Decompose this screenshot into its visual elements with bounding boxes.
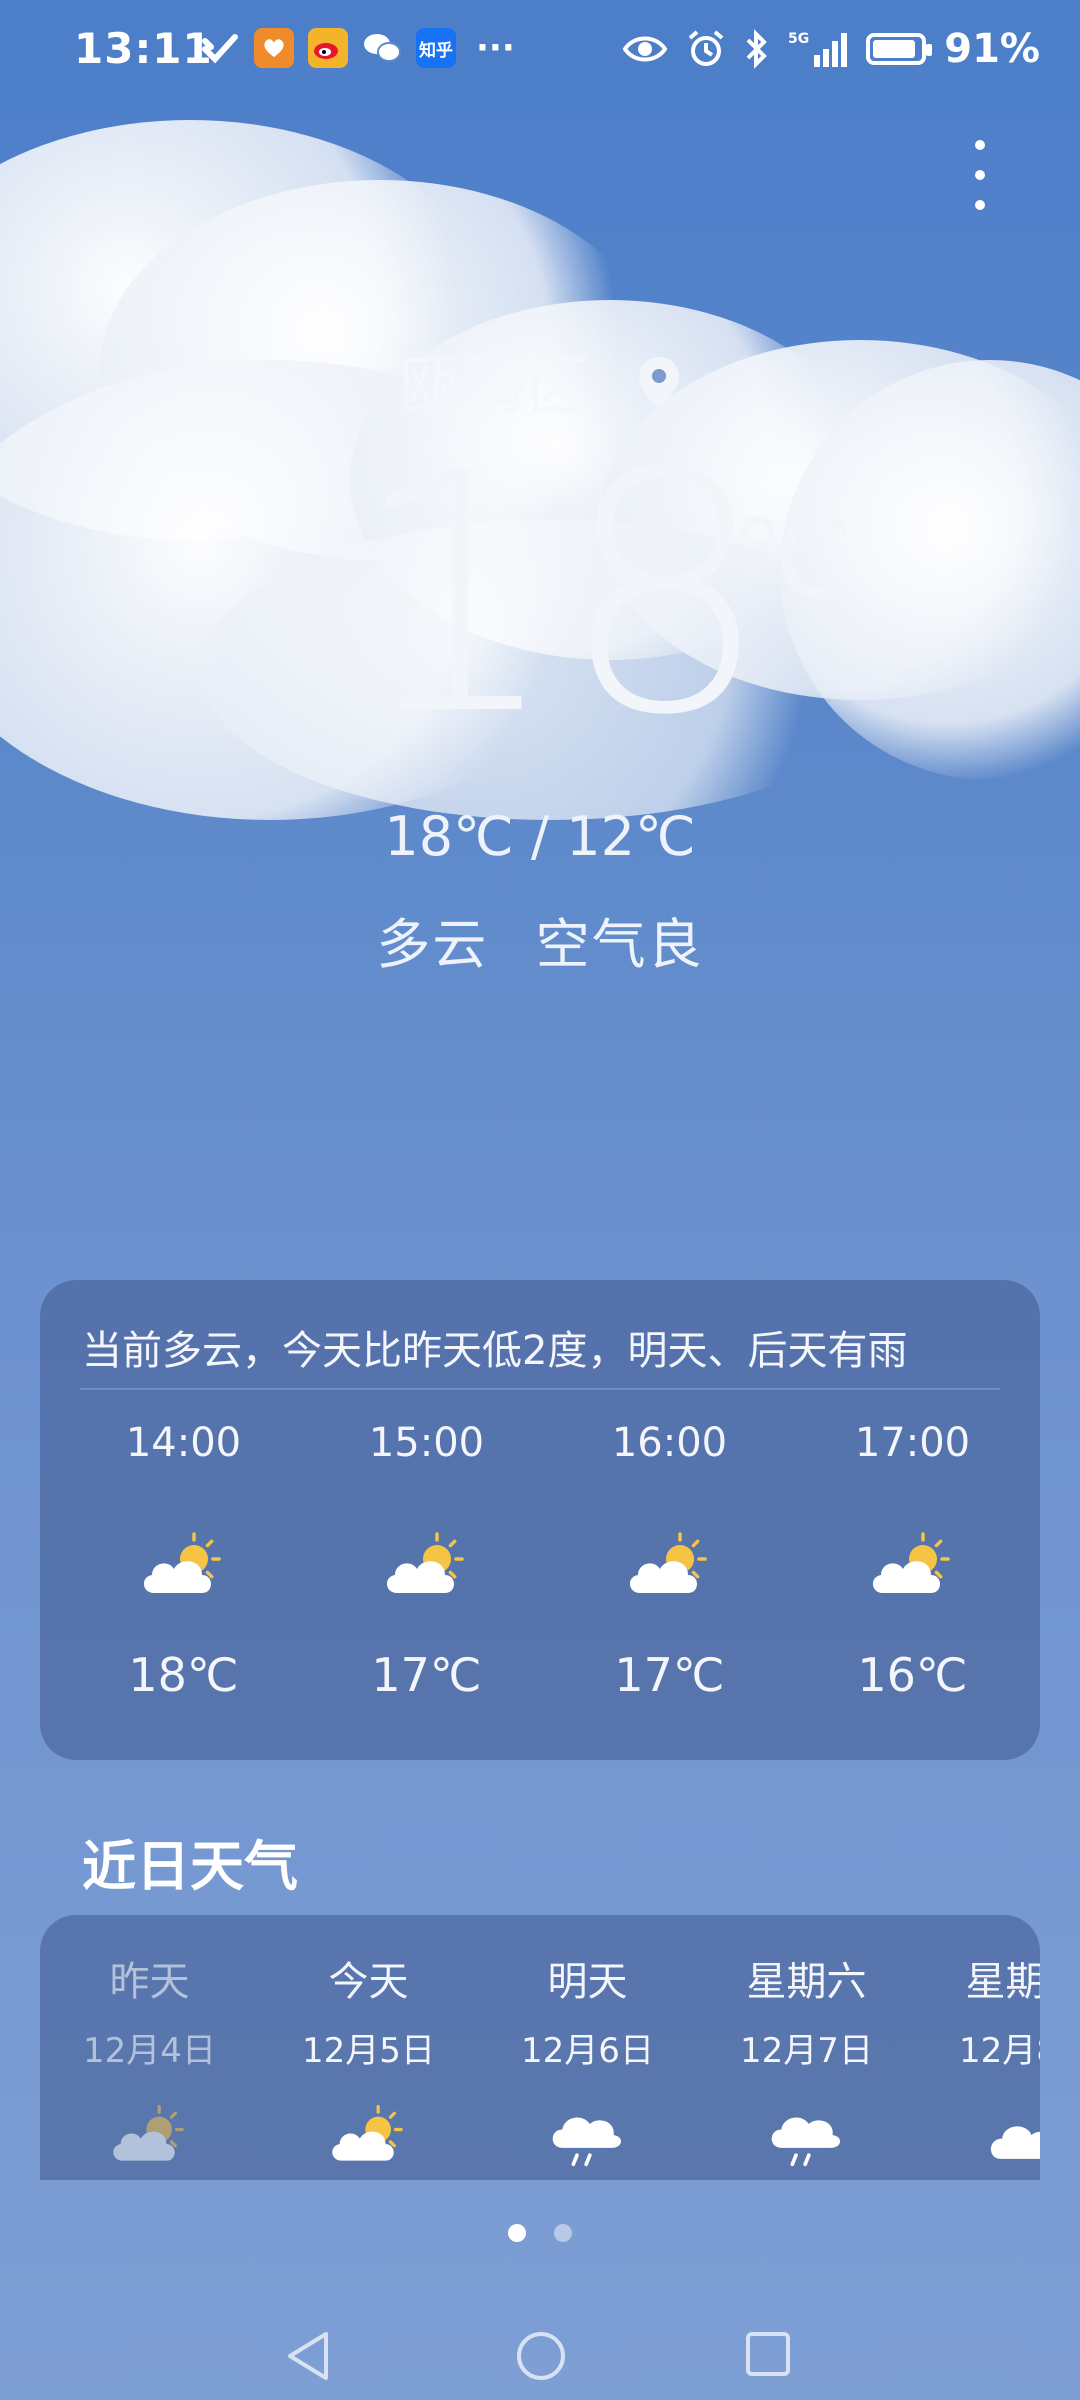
signal-app-icon	[200, 28, 240, 68]
partly-cloudy-icon	[40, 2090, 259, 2180]
temperature-unit: ℃	[730, 495, 854, 623]
cloudy-icon	[916, 2090, 1040, 2180]
condition-text: 多云	[376, 913, 489, 976]
weather-summary: 当前多云，今天比昨天低2度，明天、后天有雨	[82, 1328, 908, 1374]
daily-item[interactable]: 明天 12月6日	[478, 1949, 697, 2180]
day-date: 12月8日	[959, 2031, 1040, 2071]
air-quality-text[interactable]: 空气良	[536, 913, 704, 976]
alarm-icon	[688, 30, 724, 66]
rain-icon	[697, 2090, 916, 2180]
hour-temperature: 17℃	[371, 1648, 482, 1702]
partly-cloudy-icon	[791, 1500, 1034, 1630]
partly-cloudy-icon	[62, 1500, 305, 1630]
day-name: 今天	[328, 1959, 409, 2005]
weather-condition: 多云 空气良	[0, 900, 1080, 979]
day-name: 明天	[547, 1959, 628, 2005]
home-button[interactable]	[515, 2330, 567, 2386]
recent-weather-title: 近日天气	[82, 1835, 298, 1898]
battery-icon	[866, 33, 933, 65]
divider	[80, 1388, 1000, 1390]
hourly-list: 14:00 18℃ 15:00 17℃ 16:00 17℃ 17:00 16℃	[40, 1420, 1040, 1702]
rain-icon	[478, 2090, 697, 2180]
daily-item[interactable]: 今天 12月5日	[259, 1949, 478, 2180]
battery-percent: 91%	[944, 26, 1040, 72]
zhihu-label: 知乎	[419, 40, 453, 61]
hour-time: 17:00	[854, 1420, 971, 1466]
back-button[interactable]	[284, 2330, 334, 2386]
back-icon	[288, 2332, 328, 2380]
svg-text:5G: 5G	[788, 31, 809, 47]
page-indicator[interactable]	[0, 2224, 1080, 2242]
hourly-forecast-card[interactable]: 当前多云，今天比昨天低2度，明天、后天有雨 14:00 18℃ 15:00 17…	[40, 1280, 1040, 1760]
status-bar: 13:11 知乎 ··· 5G 91%	[0, 0, 1080, 100]
hour-temperature: 17℃	[614, 1648, 725, 1702]
partly-cloudy-icon	[259, 2090, 478, 2180]
day-date: 12月5日	[302, 2031, 435, 2071]
partly-cloudy-icon	[305, 1500, 548, 1630]
hour-time: 14:00	[125, 1420, 242, 1466]
hourly-item: 15:00 17℃	[305, 1420, 548, 1702]
taobao-icon	[254, 28, 294, 68]
bluetooth-icon	[746, 29, 768, 69]
temperature-range: 18℃ / 12℃	[384, 805, 696, 868]
page-dot[interactable]	[554, 2224, 572, 2242]
daily-forecast-card[interactable]: 昨天 12月4日 今天 12月5日 明天 12月6日 星期六 12月7日 星期日…	[40, 1915, 1040, 2180]
daily-item[interactable]: 星期六 12月7日	[697, 1949, 916, 2180]
navigation-bar	[0, 2300, 1080, 2400]
notification-icons: 知乎 ···	[200, 28, 515, 68]
day-date: 12月7日	[740, 2031, 873, 2071]
status-time: 13:11	[74, 24, 213, 73]
wechat-icon	[362, 28, 402, 68]
page-dot[interactable]	[508, 2224, 526, 2242]
day-date: 12月6日	[521, 2031, 654, 2071]
eye-icon	[622, 36, 668, 62]
hour-time: 16:00	[611, 1420, 728, 1466]
zhihu-icon: 知乎	[416, 28, 456, 68]
more-notifications: ···	[476, 28, 515, 68]
hour-temperature: 18℃	[128, 1648, 239, 1702]
daily-item[interactable]: 星期日 12月8日	[916, 1949, 1040, 2180]
recents-icon	[746, 2332, 790, 2376]
cellular-signal-icon: 5G	[788, 31, 848, 67]
system-icons: 5G 91%	[622, 26, 1040, 72]
hour-time: 15:00	[368, 1420, 485, 1466]
weibo-icon	[308, 28, 348, 68]
day-name: 星期六	[746, 1959, 867, 2005]
current-temperature: 18	[350, 403, 770, 787]
partly-cloudy-icon	[548, 1500, 791, 1630]
day-name: 昨天	[109, 1959, 190, 2005]
more-options-button[interactable]	[960, 140, 1000, 230]
day-name: 星期日	[965, 1959, 1041, 2005]
hour-temperature: 16℃	[857, 1648, 968, 1702]
hourly-item: 14:00 18℃	[62, 1420, 305, 1702]
hourly-item: 17:00 16℃	[791, 1420, 1034, 1702]
daily-list: 昨天 12月4日 今天 12月5日 明天 12月6日 星期六 12月7日 星期日…	[40, 1949, 1040, 2180]
hourly-item: 16:00 17℃	[548, 1420, 791, 1702]
daily-item[interactable]: 昨天 12月4日	[40, 1949, 259, 2180]
home-icon	[517, 2332, 565, 2380]
recents-button[interactable]	[744, 2330, 792, 2382]
day-date: 12月4日	[83, 2031, 216, 2071]
